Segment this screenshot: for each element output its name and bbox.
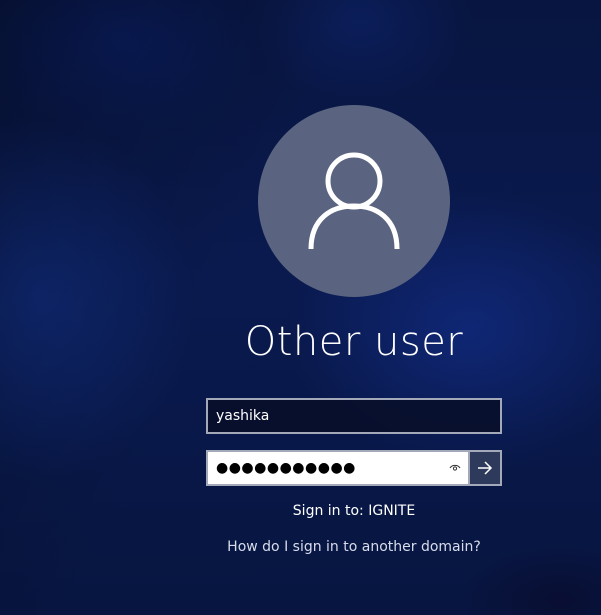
- submit-button[interactable]: [468, 450, 502, 486]
- username-field[interactable]: [206, 398, 502, 434]
- user-avatar: [258, 105, 450, 297]
- user-name-title: Other user: [244, 319, 464, 365]
- lock-screen-background: [0, 0, 601, 615]
- eye-icon[interactable]: [442, 452, 468, 484]
- password-row: ●●●●●●●●●●●: [206, 450, 502, 486]
- another-domain-help-link[interactable]: How do I sign in to another domain?: [200, 539, 508, 555]
- sign-in-domain-label: Sign in to: IGNITE: [292, 503, 416, 519]
- username-input[interactable]: [208, 400, 500, 432]
- password-mask[interactable]: ●●●●●●●●●●●: [208, 460, 442, 476]
- arrow-right-icon: [478, 461, 493, 475]
- password-field[interactable]: ●●●●●●●●●●●: [206, 450, 468, 486]
- user-silhouette-icon: [308, 152, 400, 250]
